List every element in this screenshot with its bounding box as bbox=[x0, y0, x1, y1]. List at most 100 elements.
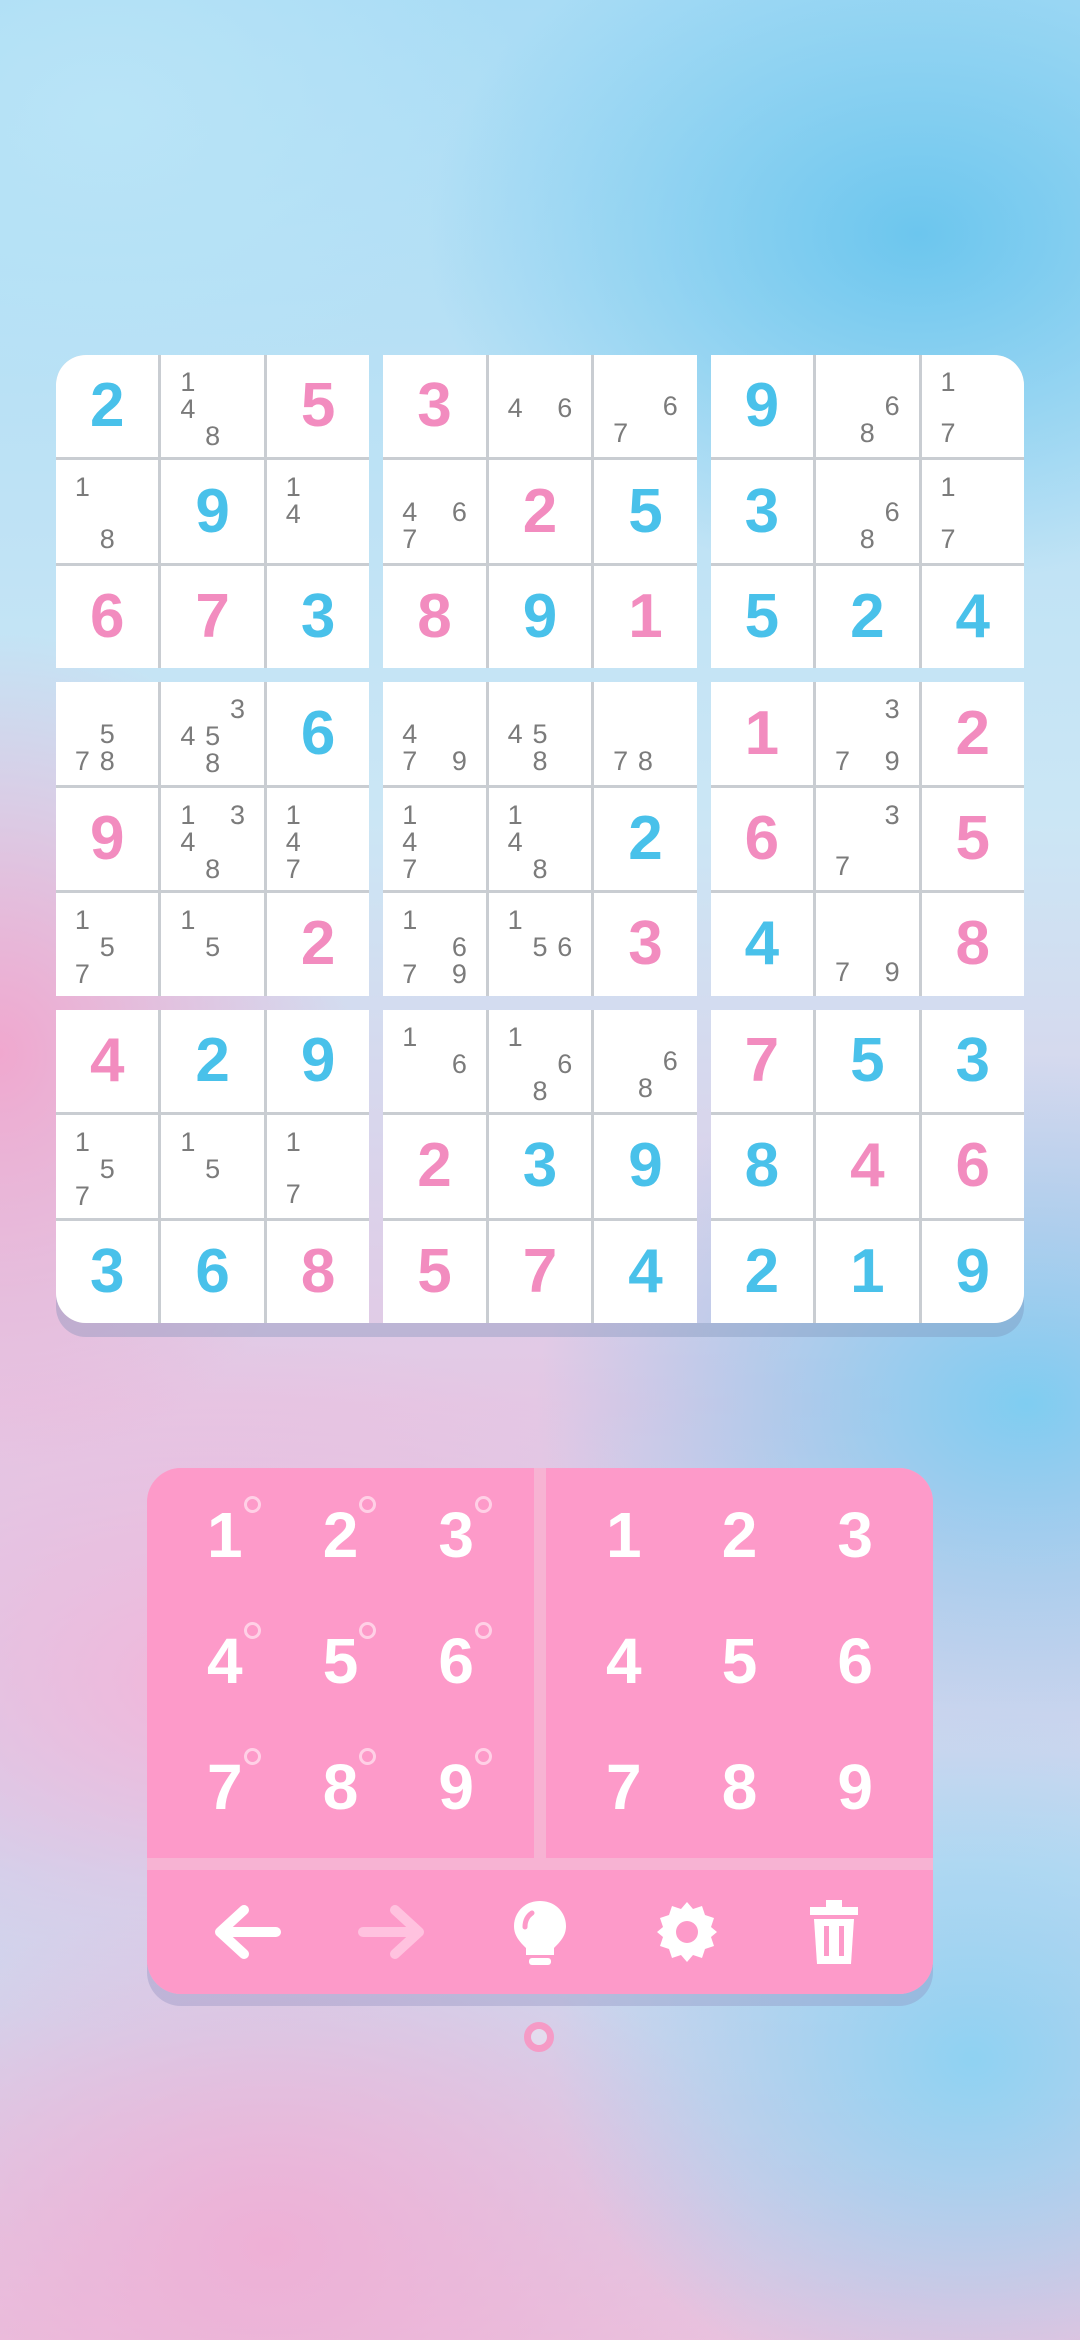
board-cell[interactable]: 9 bbox=[56, 787, 159, 891]
number-key-6[interactable]: 6 bbox=[797, 1598, 913, 1724]
board-cell[interactable]: 18 bbox=[56, 460, 159, 563]
hint-button[interactable] bbox=[497, 1889, 583, 1975]
board-cell[interactable]: 46 bbox=[488, 355, 592, 458]
board-cell[interactable]: 1679 bbox=[383, 893, 486, 996]
board-cell[interactable]: 6 bbox=[266, 682, 370, 785]
board-cell[interactable]: 157 bbox=[56, 1115, 159, 1218]
board-cell[interactable]: 15 bbox=[161, 893, 264, 996]
board-cell[interactable]: 2 bbox=[266, 893, 370, 996]
board-cell[interactable]: 2 bbox=[710, 1220, 814, 1323]
board-cell[interactable]: 8 bbox=[383, 565, 486, 669]
board-cell[interactable]: 5 bbox=[921, 787, 1024, 891]
board-cell[interactable]: 2 bbox=[488, 460, 592, 563]
board-cell[interactable]: 4 bbox=[710, 893, 814, 996]
board-cell[interactable]: 578 bbox=[56, 682, 159, 785]
board-cell[interactable]: 2 bbox=[594, 787, 697, 891]
board-cell[interactable]: 9 bbox=[488, 565, 592, 669]
board-cell[interactable]: 17 bbox=[921, 460, 1024, 563]
number-key-4[interactable]: 4 bbox=[566, 1598, 682, 1724]
board-cell[interactable]: 4 bbox=[816, 1115, 919, 1218]
board-cell[interactable]: 148 bbox=[488, 787, 592, 891]
board-cell[interactable]: 156 bbox=[488, 893, 592, 996]
board-cell[interactable]: 1 68 bbox=[488, 1009, 592, 1113]
board-cell[interactable]: 68 bbox=[816, 355, 919, 458]
board-cell[interactable]: 9 bbox=[594, 1115, 697, 1218]
board-cell[interactable]: 4 bbox=[56, 1009, 159, 1113]
board-cell[interactable]: 9 bbox=[710, 355, 814, 458]
board-cell[interactable]: 2 bbox=[816, 565, 919, 669]
board-cell[interactable]: 79 bbox=[816, 893, 919, 996]
board-cell[interactable]: 3 bbox=[710, 460, 814, 563]
board-cell[interactable]: 68 bbox=[594, 1009, 697, 1113]
note-key-8[interactable]: 8 bbox=[283, 1724, 399, 1850]
board-cell[interactable]: 5 bbox=[816, 1009, 919, 1113]
board-cell[interactable]: 6 bbox=[161, 1220, 264, 1323]
number-key-1[interactable]: 1 bbox=[566, 1472, 682, 1598]
board-cell[interactable]: 7 bbox=[710, 1009, 814, 1113]
undo-button[interactable] bbox=[203, 1889, 289, 1975]
page-indicator-dot[interactable] bbox=[524, 2022, 554, 2052]
board-cell[interactable]: 3 bbox=[383, 355, 486, 458]
board-cell[interactable]: 9 bbox=[161, 460, 264, 563]
board-cell[interactable]: 16 bbox=[383, 1009, 486, 1113]
board-cell[interactable]: 7 bbox=[488, 1220, 592, 1323]
delete-button[interactable] bbox=[791, 1889, 877, 1975]
board-cell[interactable]: 2 bbox=[56, 355, 159, 458]
board-cell[interactable]: 14 bbox=[266, 460, 370, 563]
board-cell[interactable]: 3 bbox=[921, 1009, 1024, 1113]
board-cell[interactable]: 3 458 bbox=[161, 682, 264, 785]
board-cell[interactable]: 4 6 7 bbox=[383, 460, 486, 563]
board-cell[interactable]: 1 bbox=[816, 1220, 919, 1323]
redo-button[interactable] bbox=[350, 1889, 436, 1975]
number-key-3[interactable]: 3 bbox=[797, 1472, 913, 1598]
board-cell[interactable]: 3 bbox=[488, 1115, 592, 1218]
board-cell[interactable]: 8 bbox=[710, 1115, 814, 1218]
board-cell[interactable]: 2 bbox=[161, 1009, 264, 1113]
note-key-5[interactable]: 5 bbox=[283, 1598, 399, 1724]
board-cell[interactable]: 1 bbox=[594, 565, 697, 669]
board-cell[interactable]: 3 bbox=[266, 565, 370, 669]
board-cell[interactable]: 5 bbox=[383, 1220, 486, 1323]
board-cell[interactable]: 6 bbox=[921, 1115, 1024, 1218]
note-key-2[interactable]: 2 bbox=[283, 1472, 399, 1598]
board-cell[interactable]: 9 bbox=[266, 1009, 370, 1113]
number-key-9[interactable]: 9 bbox=[797, 1724, 913, 1850]
board-cell[interactable]: 67 bbox=[594, 355, 697, 458]
board-cell[interactable]: 3 7 9 bbox=[816, 682, 919, 785]
board-cell[interactable]: 5 bbox=[594, 460, 697, 563]
board-cell[interactable]: 68 bbox=[816, 460, 919, 563]
board-cell[interactable]: 147 bbox=[266, 787, 370, 891]
board-cell[interactable]: 3 bbox=[594, 893, 697, 996]
board-cell[interactable]: 2 bbox=[383, 1115, 486, 1218]
board-cell[interactable]: 147 bbox=[383, 787, 486, 891]
board-cell[interactable]: 9 bbox=[921, 1220, 1024, 1323]
board-cell[interactable]: 157 bbox=[56, 893, 159, 996]
note-key-3[interactable]: 3 bbox=[398, 1472, 514, 1598]
board-cell[interactable]: 4 bbox=[921, 565, 1024, 669]
board-cell[interactable]: 7 bbox=[161, 565, 264, 669]
settings-button[interactable] bbox=[644, 1889, 730, 1975]
board-cell[interactable]: 15 bbox=[161, 1115, 264, 1218]
note-key-7[interactable]: 7 bbox=[167, 1724, 283, 1850]
number-key-2[interactable]: 2 bbox=[682, 1472, 798, 1598]
board-cell[interactable]: 148 bbox=[161, 355, 264, 458]
number-key-7[interactable]: 7 bbox=[566, 1724, 682, 1850]
board-cell[interactable]: 5 bbox=[710, 565, 814, 669]
board-cell[interactable]: 37 bbox=[816, 787, 919, 891]
board-cell[interactable]: 4 bbox=[594, 1220, 697, 1323]
board-cell[interactable]: 78 bbox=[594, 682, 697, 785]
note-key-1[interactable]: 1 bbox=[167, 1472, 283, 1598]
note-key-4[interactable]: 4 bbox=[167, 1598, 283, 1724]
board-cell[interactable]: 47 9 bbox=[383, 682, 486, 785]
board-cell[interactable]: 5 bbox=[266, 355, 370, 458]
board-cell[interactable]: 1 bbox=[710, 682, 814, 785]
board-cell[interactable]: 17 bbox=[921, 355, 1024, 458]
number-key-8[interactable]: 8 bbox=[682, 1724, 798, 1850]
board-cell[interactable]: 3 bbox=[56, 1220, 159, 1323]
board-cell[interactable]: 1 3 48 bbox=[161, 787, 264, 891]
board-cell[interactable]: 8 bbox=[266, 1220, 370, 1323]
board-cell[interactable]: 6 bbox=[710, 787, 814, 891]
board-cell[interactable]: 17 bbox=[266, 1115, 370, 1218]
board-cell[interactable]: 458 bbox=[488, 682, 592, 785]
board-cell[interactable]: 8 bbox=[921, 893, 1024, 996]
